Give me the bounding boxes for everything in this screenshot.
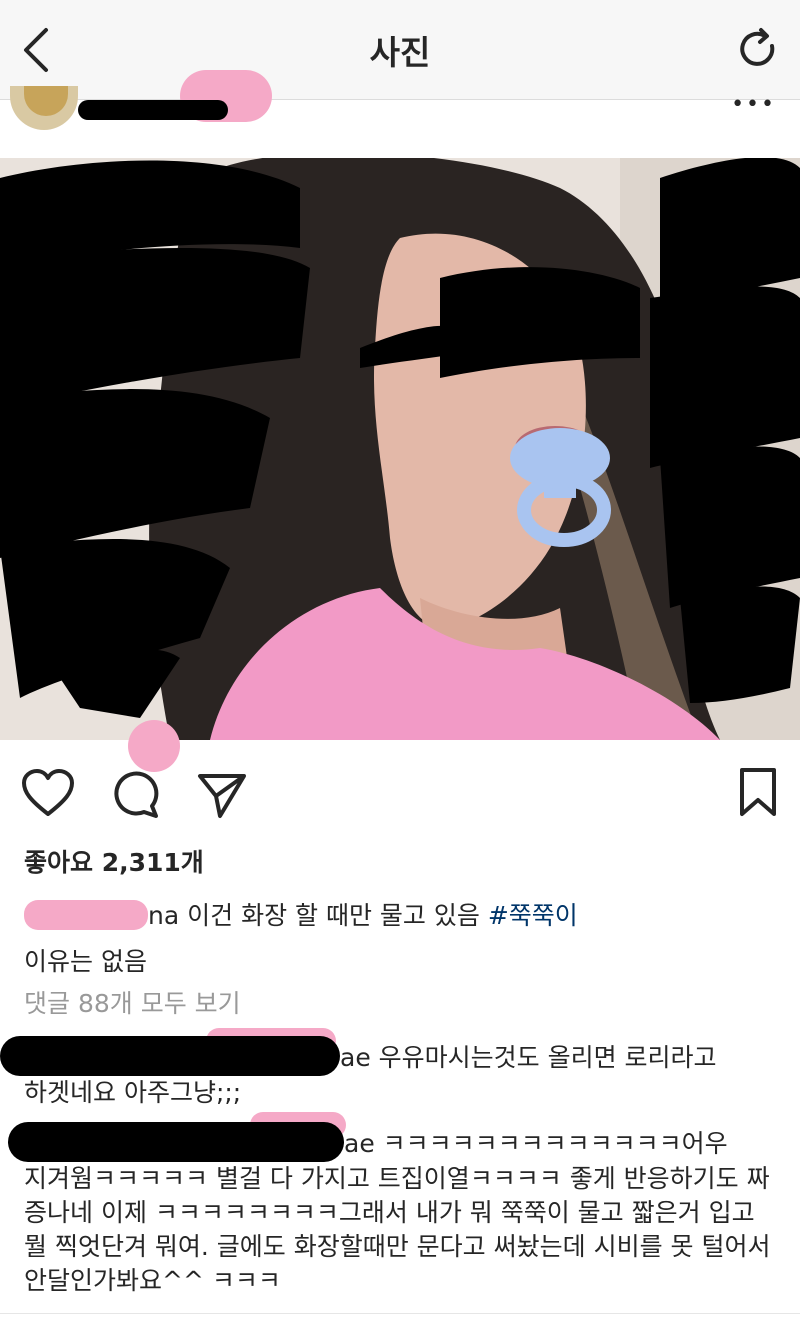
bookmark-icon[interactable]: [730, 766, 786, 822]
avatar[interactable]: [10, 86, 78, 130]
view-all-comments-link[interactable]: 댓글 88개 모두 보기: [24, 984, 241, 1020]
username-redaction[interactable]: [0, 1036, 340, 1076]
post-caption: na 이건 화장 할 때만 물고 있음 #쭉쭉이 이유는 없음: [24, 893, 784, 985]
hashtag-link[interactable]: #쭉쭉이: [488, 901, 578, 930]
caption-line2: 이유는 없음: [24, 947, 147, 976]
comment-username[interactable]: ae: [344, 1129, 375, 1158]
comment-item: ae 우유마시는것도 올리면 로리라고 하겟네요 아주그냥;;;: [0, 1036, 784, 1110]
divider: [0, 1313, 800, 1314]
page-title: 사진: [369, 33, 431, 72]
post-photo[interactable]: [0, 158, 800, 740]
heart-icon[interactable]: [20, 766, 76, 822]
likes-count[interactable]: 좋아요 2,311개: [24, 843, 204, 879]
caption-username[interactable]: na: [148, 901, 179, 930]
more-dots-icon[interactable]: •••: [731, 92, 776, 117]
username-redaction[interactable]: [24, 900, 148, 930]
comment-item: ae ㅋㅋㅋㅋㅋㅋㅋㅋㅋㅋㅋㅋㅋ어우 지겨웜ㅋㅋㅋㅋㅋ 별걸 다 가지고 트집이…: [8, 1122, 784, 1298]
caption-text: 이건 화장 할 때만 물고 있음: [179, 901, 488, 930]
action-bar: [0, 720, 800, 840]
username-redaction[interactable]: [8, 1122, 344, 1162]
comment-icon[interactable]: [108, 766, 164, 822]
comment-text: 지겨웜ㅋㅋㅋㅋㅋ 별걸 다 가지고 트집이열ㅋㅋㅋㅋ 좋게 반응하기도 짜증나네…: [24, 1164, 771, 1295]
comment-username[interactable]: ae: [340, 1043, 371, 1072]
username-redaction[interactable]: [78, 100, 228, 120]
post-header: •••: [0, 70, 800, 158]
nav-bar: 사진: [0, 0, 800, 100]
refresh-icon[interactable]: [732, 22, 784, 78]
redaction-mark: [128, 720, 180, 772]
comment-text: 우유마시는것도 올리면 로리라고: [370, 1043, 717, 1072]
comment-text: 하겟네요 아주그냥;;;: [24, 1078, 242, 1107]
send-icon[interactable]: [194, 766, 250, 822]
comment-text: ㅋㅋㅋㅋㅋㅋㅋㅋㅋㅋㅋㅋㅋ어우: [374, 1129, 728, 1158]
